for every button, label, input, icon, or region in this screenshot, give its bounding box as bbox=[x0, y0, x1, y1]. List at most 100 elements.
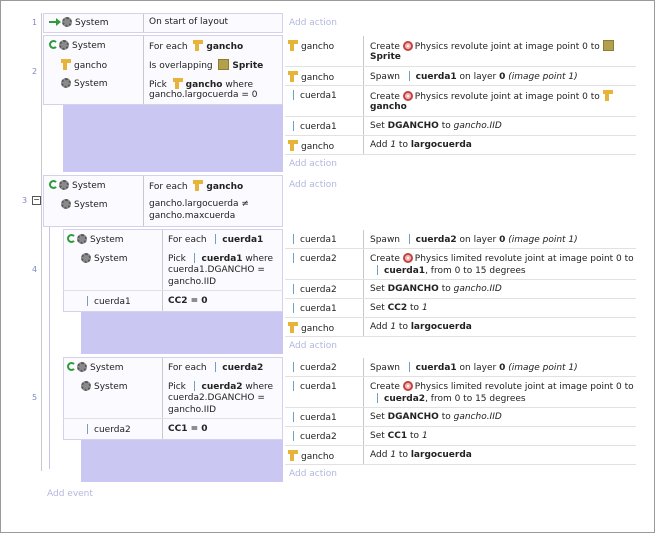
action-create-joint-line2: cuerda2, from 0 to 15 degrees bbox=[377, 393, 526, 405]
action-spawn[interactable]: Spawn cuerda1 on layer 0 (image point 1) bbox=[370, 71, 578, 83]
action-create-joint[interactable]: Create Physics limited revolute joint at… bbox=[370, 253, 634, 265]
gancho-hook-icon bbox=[61, 59, 71, 70]
condition-compare-line1[interactable]: gancho.largocuerda ≠ bbox=[149, 199, 249, 210]
action-set[interactable]: Set CC1 to 1 bbox=[370, 431, 428, 442]
action-text: Physics revolute joint at image point 0 … bbox=[414, 42, 600, 52]
action-object[interactable]: cuerda1 bbox=[293, 303, 337, 315]
condition-text: Pick bbox=[168, 254, 186, 264]
action-text: , from 0 to 15 degrees bbox=[425, 394, 526, 404]
add-action-link[interactable]: Add action bbox=[289, 159, 337, 169]
cuerda-bar-icon bbox=[215, 234, 217, 244]
condition-pick[interactable]: Pick cuerda2 where bbox=[168, 381, 273, 393]
action-text: to bbox=[441, 412, 451, 422]
row-divider bbox=[285, 426, 636, 427]
object-name: System bbox=[94, 382, 128, 392]
action-object[interactable]: cuerda1 bbox=[293, 121, 337, 133]
gancho-hook-icon bbox=[602, 90, 613, 101]
cuerda-bar-icon bbox=[293, 90, 294, 100]
condition-pick-object[interactable]: System bbox=[61, 78, 108, 90]
condition-pick-object[interactable]: System bbox=[81, 253, 128, 265]
event-4-fill bbox=[81, 312, 283, 354]
condition-compare[interactable]: CC2 = 0 bbox=[168, 296, 208, 307]
condition-pick-object[interactable]: System bbox=[81, 381, 128, 393]
action-param: gancho bbox=[370, 102, 407, 112]
system-gear-icon bbox=[81, 381, 91, 391]
physics-icon bbox=[402, 253, 413, 263]
action-object[interactable]: cuerda1 bbox=[293, 234, 337, 246]
action-set[interactable]: Set DGANCHO to gancho.IID bbox=[370, 284, 502, 295]
condition-text: On start of layout bbox=[149, 17, 229, 27]
action-set[interactable]: Set DGANCHO to gancho.IID bbox=[370, 121, 502, 132]
system-gear-icon bbox=[59, 180, 69, 190]
action-add[interactable]: Add 1 to largocuerda bbox=[370, 140, 472, 151]
object-name: cuerda2 bbox=[94, 425, 131, 435]
condition-for-each[interactable]: For each cuerda1 bbox=[168, 234, 263, 246]
add-event-link[interactable]: Add event bbox=[47, 489, 93, 499]
action-text: Add bbox=[370, 322, 388, 332]
object-name: cuerda2 bbox=[300, 285, 337, 295]
action-add[interactable]: Add 1 to largocuerda bbox=[370, 322, 472, 333]
action-object[interactable]: gancho bbox=[288, 450, 334, 463]
action-text: Add bbox=[370, 140, 388, 150]
object-name: System bbox=[90, 235, 124, 245]
action-spawn[interactable]: Spawn cuerda1 on layer 0 (image point 1) bbox=[370, 362, 578, 374]
cuerda-bar-icon bbox=[408, 71, 410, 81]
row-divider bbox=[285, 135, 636, 136]
cuerda-bar-icon bbox=[293, 284, 294, 294]
action-object[interactable]: gancho bbox=[288, 140, 334, 153]
action-object[interactable]: cuerda2 bbox=[293, 253, 337, 265]
action-object[interactable]: gancho bbox=[288, 71, 334, 84]
condition-compare-object[interactable]: cuerda2 bbox=[87, 424, 131, 436]
action-object[interactable]: cuerda1 bbox=[293, 90, 337, 102]
action-create-joint[interactable]: Create Physics limited revolute joint at… bbox=[370, 381, 634, 393]
add-action-link[interactable]: Add action bbox=[289, 18, 337, 28]
action-object[interactable]: gancho bbox=[288, 322, 334, 335]
action-object[interactable]: gancho bbox=[288, 40, 334, 53]
action-object[interactable]: cuerda1 bbox=[293, 381, 337, 393]
event-2-actions bbox=[285, 35, 636, 172]
action-param: Sprite bbox=[370, 52, 401, 62]
row-divider bbox=[285, 464, 636, 465]
action-value: gancho.IID bbox=[453, 284, 502, 294]
condition-compare[interactable]: CC1 = 0 bbox=[168, 424, 208, 435]
action-object[interactable]: cuerda2 bbox=[293, 431, 337, 443]
event-5-fill bbox=[81, 440, 283, 482]
condition-for-each-object[interactable]: System bbox=[49, 40, 106, 52]
start-arrow-icon bbox=[49, 18, 61, 26]
condition-pick[interactable]: Pick cuerda1 where bbox=[168, 253, 273, 265]
condition-param: gancho bbox=[185, 80, 223, 90]
row-divider bbox=[285, 248, 636, 249]
object-name: cuerda2 bbox=[300, 363, 337, 373]
action-object[interactable]: cuerda1 bbox=[293, 412, 337, 424]
condition-for-each[interactable]: For each gancho bbox=[149, 40, 243, 53]
condition-compare-object[interactable]: cuerda1 bbox=[87, 296, 131, 308]
condition-overlap-object[interactable]: gancho bbox=[61, 59, 107, 72]
action-object[interactable]: cuerda2 bbox=[293, 284, 337, 296]
add-action-link[interactable]: Add action bbox=[289, 469, 337, 479]
action-set[interactable]: Set CC2 to 1 bbox=[370, 303, 428, 314]
add-action-link[interactable]: Add action bbox=[289, 341, 337, 351]
system-gear-icon bbox=[59, 40, 69, 50]
condition-overlap[interactable]: Is overlapping Sprite bbox=[149, 59, 263, 72]
condition-for-each[interactable]: For each gancho bbox=[149, 180, 243, 193]
condition-for-each[interactable]: For each cuerda2 bbox=[168, 362, 263, 374]
action-set[interactable]: Set DGANCHO to gancho.IID bbox=[370, 412, 502, 423]
collapse-icon[interactable]: − bbox=[32, 196, 41, 205]
action-create-joint[interactable]: Create Physics revolute joint at image p… bbox=[370, 40, 617, 53]
action-text: Create bbox=[370, 382, 400, 392]
add-action-link[interactable]: Add action bbox=[289, 180, 337, 190]
action-add[interactable]: Add 1 to largocuerda bbox=[370, 450, 472, 461]
gancho-hook-icon bbox=[288, 322, 298, 333]
action-object[interactable]: cuerda2 bbox=[293, 362, 337, 374]
condition-compare-object[interactable]: System bbox=[61, 199, 108, 211]
system-gear-icon bbox=[81, 253, 91, 263]
object-name: System bbox=[72, 41, 106, 51]
action-spawn[interactable]: Spawn cuerda2 on layer 0 (image point 1) bbox=[370, 234, 578, 246]
action-text: to bbox=[410, 303, 420, 313]
condition-for-each-object[interactable]: System bbox=[67, 234, 124, 246]
action-create-joint-line2: cuerda1, from 0 to 15 degrees bbox=[377, 265, 526, 277]
condition-for-each-object[interactable]: System bbox=[67, 362, 124, 374]
object-name: cuerda1 bbox=[300, 235, 337, 245]
condition-for-each-object[interactable]: System bbox=[49, 180, 106, 192]
row-divider bbox=[285, 376, 636, 377]
